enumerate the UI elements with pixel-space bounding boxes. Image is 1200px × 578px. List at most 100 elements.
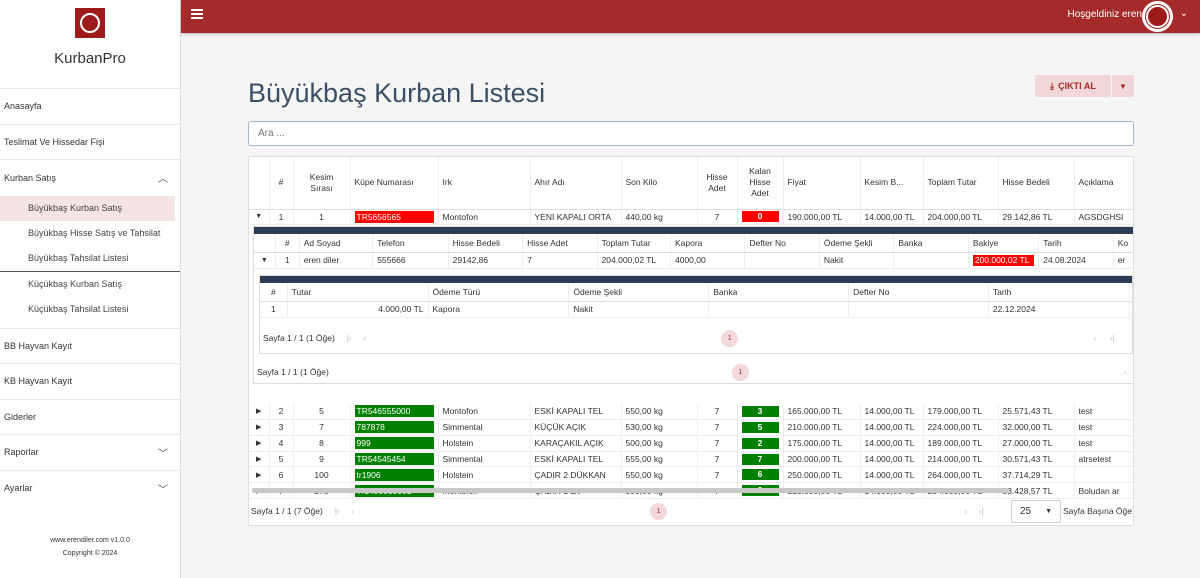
column-header[interactable]: Tarih — [1038, 234, 1114, 253]
kalan-badge: 3 — [741, 405, 779, 417]
horizontal-scrollbar[interactable] — [252, 488, 1009, 493]
avatar[interactable] — [1142, 1, 1173, 32]
column-header[interactable]: Hisse Bedeli — [448, 234, 524, 253]
expand-icon[interactable]: ▶ — [249, 419, 270, 436]
collapse-icon[interactable]: ▼ — [249, 209, 270, 226]
page-size-select[interactable]: 25 ▼ — [1011, 500, 1061, 523]
sidebar-subitem-kucukbas-satis[interactable]: Küçükbaş Kurban Satış — [0, 272, 180, 297]
sidebar-item-kurban-satis[interactable]: Kurban Satış ︿ — [0, 160, 180, 196]
expand-icon[interactable]: ▶ — [249, 403, 270, 421]
column-header[interactable]: Defter No — [848, 283, 989, 302]
column-header[interactable]: Ad Soyad — [299, 234, 374, 253]
column-header[interactable]: Banka — [708, 283, 850, 302]
column-header[interactable]: Toplam Tutar — [923, 157, 999, 210]
column-header[interactable]: # — [275, 234, 300, 253]
prev-page-icon[interactable]: ‹ — [352, 507, 355, 516]
sidebar-subitem-kucukbas-tahsilat[interactable]: Küçükbaş Tahsilat Listesi — [0, 297, 180, 322]
column-header[interactable]: # — [260, 283, 288, 302]
search-input[interactable] — [248, 121, 1134, 146]
column-header[interactable]: Toplam Tutar — [597, 234, 672, 253]
column-header[interactable]: Kesim B... — [860, 157, 924, 210]
column-header[interactable]: Irk — [438, 157, 531, 210]
column-header[interactable]: Hisse Adet — [522, 234, 598, 253]
sidebar-item-anasayfa[interactable]: Anasayfa — [0, 89, 180, 125]
topbar: Hoşgeldiniz eren ⌄ — [181, 0, 1200, 33]
logo-icon[interactable] — [75, 8, 105, 38]
table-cell: AGSDGHSI — [1074, 209, 1133, 226]
table-row[interactable]: ▶ 5 9 TR54545454 Simmental ESKİ KAPALI TEL 555… — [249, 451, 1133, 468]
sidebar-item-giderler[interactable]: Giderler — [0, 400, 180, 435]
table-cell: 1 — [275, 252, 300, 269]
column-header[interactable]: Kalan Hisse Adet — [737, 157, 784, 210]
column-header[interactable]: Ödeme Şekli — [568, 283, 710, 302]
expand-icon[interactable]: ▶ — [249, 451, 270, 468]
column-header[interactable]: Tutar — [287, 283, 429, 302]
detail-bar — [254, 227, 1133, 234]
column-header[interactable]: Hisse Bedeli — [998, 157, 1075, 210]
next-page-icon[interactable]: › — [964, 507, 967, 516]
sidebar-item-kb-hayvan[interactable]: KB Hayvan Kayıt — [0, 364, 180, 400]
page-button[interactable]: 1 — [650, 502, 668, 520]
page-button[interactable]: 1 — [721, 329, 739, 347]
prev-page-icon[interactable]: ‹ — [364, 334, 367, 343]
sidebar-item-bb-hayvan[interactable]: BB Hayvan Kayıt — [0, 329, 180, 364]
expand-icon[interactable]: ▶ — [249, 466, 270, 484]
column-header[interactable]: # — [269, 157, 294, 210]
table-row[interactable]: ▼ 1 eren diler 555666 29142,86 7 204.000,02 TL… — [254, 252, 1133, 269]
table-cell: 30.571,43 TL — [998, 451, 1075, 468]
table-cell — [1074, 466, 1133, 484]
table-row[interactable]: ▶ 3 7 787878 Simmental KÜÇÜK AÇIK 530,00 kg 7 5 2… — [249, 419, 1133, 436]
table-row[interactable]: ▶ 6 100 tr1906 Holstein ÇADIR 2 DÜKKAN 550,00 … — [249, 466, 1133, 484]
table-cell: 204.000,00 TL — [923, 209, 999, 226]
column-header[interactable]: Açıklama — [1074, 157, 1133, 210]
sidebar-subitem-hisse-satis[interactable]: Büyükbaş Hisse Satış ve Tahsilat — [0, 221, 180, 246]
table-cell: 7 — [522, 252, 598, 269]
first-page-icon[interactable]: |‹ — [335, 507, 340, 516]
column-header[interactable]: Bakiye — [968, 234, 1040, 253]
next-page-icon[interactable]: › — [1124, 368, 1127, 377]
column-header[interactable]: Kesim Sırası — [293, 157, 351, 210]
sidebar-item-label: Teslimat Ve Hissedar Fişi — [4, 136, 105, 147]
last-page-icon[interactable]: ›| — [979, 507, 984, 516]
last-page-icon[interactable]: ›| — [1110, 334, 1115, 343]
table-cell: 190.000,00 TL — [783, 209, 861, 226]
column-header[interactable]: Ko — [1113, 234, 1133, 253]
sidebar: KurbanPro Anasayfa Teslimat Ve Hissedar … — [0, 0, 181, 578]
table-cell: YENİ KAPALI ORTA — [530, 209, 622, 226]
expand-icon[interactable]: ▶ — [249, 435, 270, 452]
menu-icon[interactable] — [191, 9, 203, 19]
column-header[interactable]: Banka — [893, 234, 969, 253]
download-icon: ⤓ — [1050, 80, 1055, 91]
column-header[interactable]: Hisse Adet — [697, 157, 738, 210]
table-row[interactable]: ▶ 2 5 TR546555000 Montofon ESKİ KAPALI TEL 550… — [249, 403, 1133, 421]
cupe-badge: tr1906 — [354, 468, 434, 481]
hissedar-table: # Ad Soyad Telefon Hisse Bedeli Hisse Adet To… — [254, 234, 1133, 269]
table-cell: 14.000,00 TL — [860, 419, 924, 436]
column-header[interactable]: Defter No — [744, 234, 820, 253]
sidebar-item-raporlar[interactable]: Raporlar ﹀ — [0, 435, 180, 471]
column-header[interactable]: Kapora — [670, 234, 746, 253]
export-dropdown-button[interactable]: ▼ — [1112, 75, 1134, 97]
column-header[interactable]: Ahır Adı — [530, 157, 622, 210]
column-header[interactable]: Ödeme Türü — [428, 283, 570, 302]
chevron-down-icon[interactable]: ⌄ — [1180, 8, 1188, 19]
column-header[interactable]: Tarih — [988, 283, 1130, 302]
collapse-icon[interactable]: ▼ — [254, 252, 276, 269]
table-cell: 214.000,00 TL — [923, 451, 999, 468]
table-row[interactable]: ▶ 4 8 999 Holstein KARAÇAKIL AÇIK 500,00 kg 7 2 1… — [249, 435, 1133, 452]
next-page-icon[interactable]: › — [1093, 334, 1096, 343]
first-page-icon[interactable]: |‹ — [347, 334, 352, 343]
column-header[interactable]: Son Kilo — [621, 157, 698, 210]
export-button[interactable]: ⤓ ÇIKTI AL — [1035, 75, 1111, 97]
sidebar-subitem-buyukbas-tahsilat[interactable]: Büyükbaş Tahsilat Listesi — [0, 246, 180, 271]
sidebar-item-ayarlar[interactable]: Ayarlar ﹀ — [0, 471, 180, 507]
table-cell — [893, 252, 969, 269]
sidebar-subitem-buyukbas-satis[interactable]: Büyükbaş Kurban Satış — [0, 195, 175, 221]
sidebar-item-teslimat[interactable]: Teslimat Ve Hissedar Fişi — [0, 125, 180, 160]
table-row[interactable]: ▼ 1 1 TR5656565 Montofon YENİ KAPALI ORTA 440… — [249, 209, 1133, 226]
page-button[interactable]: 1 — [731, 363, 749, 381]
column-header[interactable]: Ödeme Şekli — [819, 234, 895, 253]
column-header[interactable]: Küpe Numarası — [350, 157, 439, 210]
column-header[interactable]: Telefon — [372, 234, 449, 253]
column-header[interactable]: Fiyat — [783, 157, 861, 210]
